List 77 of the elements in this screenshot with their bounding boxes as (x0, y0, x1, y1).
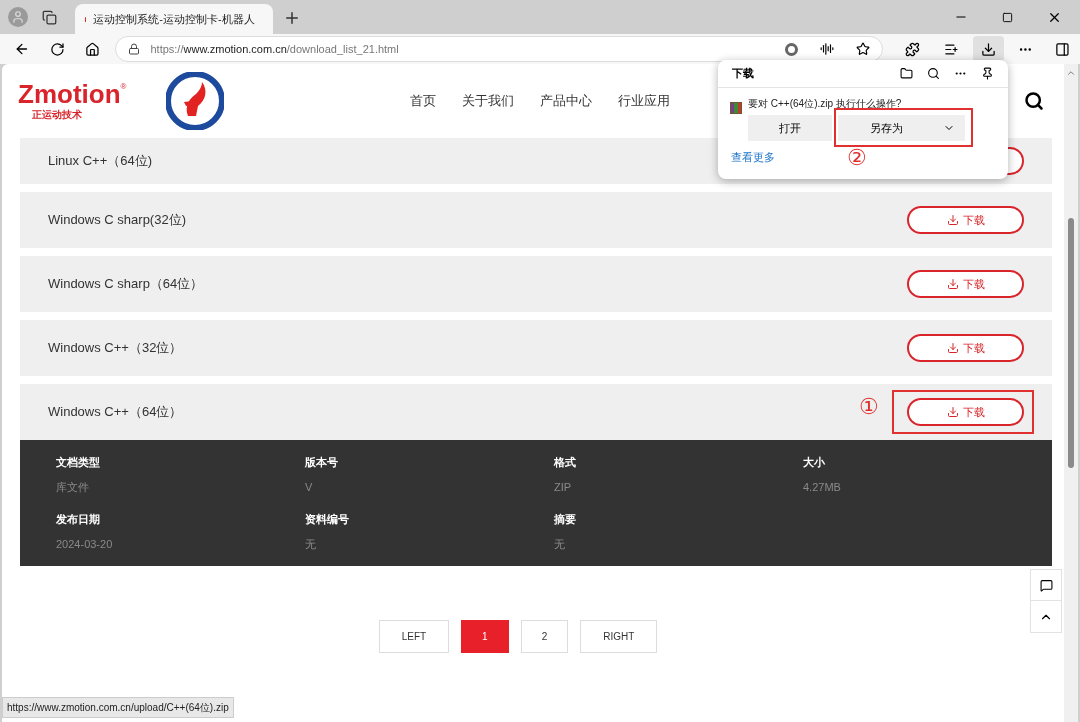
file-name: Windows C++（32位） (48, 339, 183, 358)
detail-value: ZIP (554, 479, 573, 495)
sidebar-icon[interactable] (1055, 41, 1070, 57)
page-button[interactable]: RIGHT (580, 620, 658, 653)
registered-mark: ® (120, 80, 127, 91)
annotation-number: ② (847, 147, 867, 169)
home-icon[interactable] (84, 41, 100, 57)
annotation-number: ① (859, 396, 879, 418)
detail-label: 格式 (554, 455, 577, 470)
download-icon (946, 278, 959, 290)
see-more-link[interactable]: 查看更多 (731, 148, 775, 166)
extensions-icon[interactable] (905, 41, 920, 57)
download-row[interactable]: Windows C++（32位） 下载 (20, 320, 1052, 376)
detail-label: 文档类型 (56, 455, 101, 470)
nav-link[interactable]: 产品中心 (540, 91, 593, 111)
chat-button[interactable] (1030, 569, 1062, 601)
lock-icon (128, 43, 141, 55)
tab-title: 运动控制系统-运动控制卡-机器人 (93, 11, 255, 27)
download-icon (946, 214, 959, 226)
status-url: https://www.zmotion.com.cn/upload/C++(64位).zip (2, 697, 234, 718)
detail-value: V (305, 479, 314, 495)
detail-value: 无 (554, 536, 566, 552)
nav-link[interactable]: 关于我们 (462, 91, 515, 111)
archive-icon (730, 102, 742, 114)
download-button[interactable]: 下载 (907, 334, 1024, 362)
logo-subtitle: 正运动技术 (32, 107, 83, 122)
page-button[interactable]: LEFT (378, 620, 450, 653)
download-icon (946, 406, 959, 418)
maximize-icon[interactable] (1002, 11, 1013, 23)
search-icon[interactable] (927, 67, 940, 80)
download-button[interactable]: 下载 (907, 270, 1024, 298)
nav-link[interactable]: 行业应用 (618, 91, 671, 111)
download-row[interactable]: Windows C sharp(32位) 下载 (20, 192, 1052, 248)
download-icon (946, 342, 959, 354)
page-button[interactable]: 2 (520, 620, 569, 653)
detail-value: 2024-03-20 (56, 536, 114, 552)
save-as-button[interactable]: 另存为 (838, 115, 965, 141)
download-button[interactable]: 下载 (907, 206, 1024, 234)
detail-label: 摘要 (554, 512, 577, 527)
nav-link[interactable]: 首页 (410, 91, 437, 111)
download-icon (981, 41, 996, 57)
download-row[interactable]: Windows C++（64位） ① 下载 (20, 384, 1052, 440)
detail-value: 无 (305, 536, 317, 552)
detail-value: 库文件 (56, 479, 90, 495)
scrollbar[interactable] (1064, 64, 1078, 722)
back-icon[interactable] (14, 41, 30, 57)
popup-question: 要对 C++(64位).zip 执行什么操作? (748, 97, 903, 111)
refresh-icon[interactable] (49, 41, 65, 57)
download-button[interactable]: 下载 (907, 398, 1024, 426)
chat-icon (1039, 578, 1053, 592)
downloads-button[interactable] (972, 36, 1005, 62)
detail-label: 大小 (803, 455, 826, 470)
new-tab-icon[interactable] (283, 9, 301, 27)
browser-tab[interactable]: 运动控制系统-运动控制卡-机器人 (75, 4, 273, 34)
page-button[interactable]: 1 (461, 620, 509, 653)
pin-icon[interactable] (981, 67, 994, 80)
read-aloud-icon[interactable] (820, 42, 834, 56)
detail-label: 版本号 (305, 455, 339, 470)
folder-icon[interactable] (900, 67, 913, 80)
emblem-icon (166, 72, 225, 130)
file-name: Windows C sharp（64位） (48, 275, 204, 294)
edge-icon[interactable] (785, 42, 798, 56)
favorite-icon[interactable] (856, 42, 870, 56)
detail-value: 4.27MB (803, 479, 842, 495)
detail-label: 发布日期 (56, 512, 101, 527)
search-icon[interactable] (1024, 91, 1044, 111)
address-text: https://www.zmotion.com.cn/download_list_21.html (150, 41, 399, 57)
file-name: Linux C++（64位) (48, 152, 153, 171)
file-name: Windows C++（64位） (48, 403, 183, 422)
tab-actions-icon[interactable] (42, 9, 57, 25)
download-row[interactable]: Windows C sharp（64位） 下载 (20, 256, 1052, 312)
file-name: Windows C sharp(32位) (48, 211, 186, 230)
address-bar[interactable]: https://www.zmotion.com.cn/download_list_21.html (115, 36, 883, 62)
detail-label: 资料编号 (305, 512, 350, 527)
open-button[interactable]: 打开 (748, 115, 832, 141)
popup-title: 下载 (732, 66, 754, 82)
logo-wordmark[interactable]: Zmotion (18, 80, 121, 107)
